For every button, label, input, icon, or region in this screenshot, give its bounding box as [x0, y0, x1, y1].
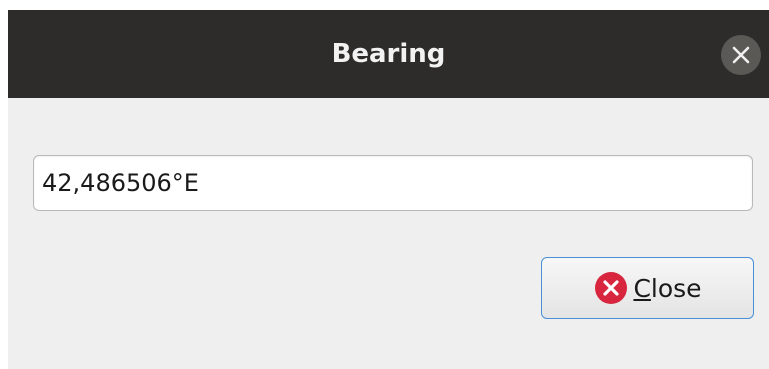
window-close-button[interactable] — [721, 35, 761, 75]
close-button-label: Close — [633, 274, 701, 303]
close-button[interactable]: Close — [541, 257, 754, 319]
close-button-label-rest: lose — [650, 273, 702, 303]
close-icon — [732, 46, 750, 64]
close-button-mnemonic: C — [633, 273, 651, 303]
bearing-value-text: 42,486506°E — [42, 169, 199, 197]
error-circle-icon — [595, 272, 628, 304]
window-title: Bearing — [331, 39, 446, 69]
bearing-dialog: Bearing 42,486506°E Close — [8, 10, 769, 369]
title-bar: Bearing — [8, 10, 769, 98]
bearing-value-field[interactable]: 42,486506°E — [33, 155, 753, 211]
